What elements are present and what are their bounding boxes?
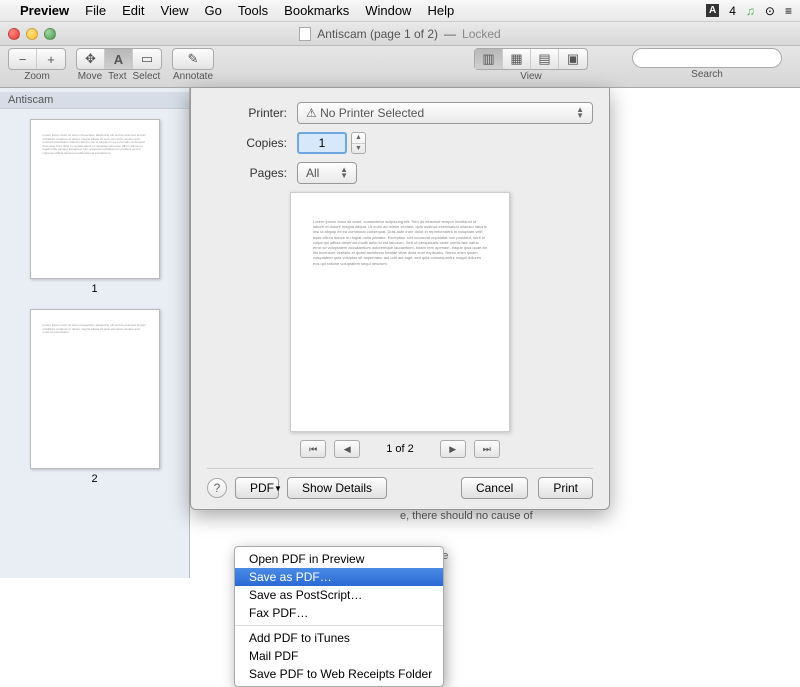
menu-tools[interactable]: Tools: [238, 3, 268, 18]
chevron-updown-icon: ▲▼: [340, 167, 348, 179]
zoom-label: Zoom: [24, 71, 50, 82]
copies-label: Copies:: [207, 136, 287, 150]
chevron-down-icon: ▼: [274, 484, 282, 493]
printer-select[interactable]: ⚠ No Printer Selected ▲▼: [297, 102, 593, 124]
pdf-menu-save-postscript[interactable]: Save as PostScript…: [235, 586, 443, 604]
document-icon: [299, 27, 311, 41]
pdf-dropdown-menu: Open PDF in Preview Save as PDF… Save as…: [234, 546, 444, 687]
notif-count: 4: [729, 4, 736, 18]
last-page-button[interactable]: ⏭: [474, 440, 500, 458]
locked-label: Locked: [462, 27, 501, 41]
prev-page-button[interactable]: ◀: [334, 440, 360, 458]
search-group: Search: [632, 48, 782, 80]
toolbar: − + Zoom ✥ A ▭ MoveTextSelect ✎ Annotate…: [0, 46, 800, 88]
view-contact-button[interactable]: ▦: [503, 49, 531, 69]
annotate-label: Annotate: [173, 71, 213, 82]
zoom-out-button[interactable]: −: [9, 49, 37, 69]
print-dialog: Printer: ⚠ No Printer Selected ▲▼ Copies…: [190, 88, 610, 510]
chevron-updown-icon: ▲▼: [576, 107, 584, 119]
printer-value: ⚠ No Printer Selected: [306, 106, 424, 120]
select-button[interactable]: ▭: [133, 49, 161, 69]
adobe-icon[interactable]: A: [706, 4, 719, 17]
view-group: ▥ ▦ ▤ ▣ View: [474, 48, 588, 82]
print-preview: Lorem ipsum dolor sit amet, consectetur …: [247, 192, 553, 432]
thumb-1-num: 1: [91, 283, 97, 295]
pdf-menu-web-receipts[interactable]: Save PDF to Web Receipts Folder: [235, 665, 443, 683]
zoom-group: − + Zoom: [8, 48, 66, 82]
pdf-menu-open[interactable]: Open PDF in Preview: [235, 550, 443, 568]
zoom-in-button[interactable]: +: [37, 49, 65, 69]
view-label: View: [520, 71, 542, 82]
sidebar-title: Antiscam: [0, 92, 189, 109]
main-area: Antiscam Lorem ipsum dolor sit amet cons…: [0, 88, 800, 578]
search-label: Search: [691, 69, 723, 80]
thumb-2-wrap[interactable]: Lorem ipsum dolor sit amet consectetur a…: [0, 299, 189, 489]
help-button[interactable]: ?: [207, 478, 227, 498]
app-menu[interactable]: Preview: [20, 3, 69, 18]
pages-select[interactable]: All ▲▼: [297, 162, 357, 184]
menu-bookmarks[interactable]: Bookmarks: [284, 3, 349, 18]
thumb-2: Lorem ipsum dolor sit amet consectetur a…: [30, 309, 160, 469]
thumb-1-wrap[interactable]: Lorem ipsum dolor sit amet consectetur a…: [0, 109, 189, 299]
text-button[interactable]: A: [105, 49, 133, 69]
thumbnail-sidebar: Antiscam Lorem ipsum dolor sit amet cons…: [0, 88, 190, 578]
search-wrap: [632, 48, 782, 68]
pdf-menu-save-as-pdf[interactable]: Save as PDF…: [235, 568, 443, 586]
pdf-menu-fax[interactable]: Fax PDF…: [235, 604, 443, 622]
cancel-button[interactable]: Cancel: [461, 477, 528, 499]
mode-labels: MoveTextSelect: [78, 71, 161, 82]
pdf-menu-itunes[interactable]: Add PDF to iTunes: [235, 629, 443, 647]
macos-menubar: Preview File Edit View Go Tools Bookmark…: [0, 0, 800, 22]
annotate-group: ✎ Annotate: [172, 48, 214, 82]
move-button[interactable]: ✥: [77, 49, 105, 69]
menu-edit[interactable]: Edit: [122, 3, 144, 18]
itunes-icon[interactable]: ♫: [746, 4, 755, 18]
show-details-button[interactable]: Show Details: [287, 477, 387, 499]
window-title: Antiscam (page 1 of 2) — Locked: [0, 27, 800, 41]
preview-page: Lorem ipsum dolor sit amet, consectetur …: [290, 192, 510, 432]
view-two-button[interactable]: ▣: [559, 49, 587, 69]
title-sep: —: [444, 27, 456, 41]
copies-input[interactable]: [297, 132, 347, 154]
spotlight-icon[interactable]: ≡: [785, 4, 792, 18]
pdf-menu-mail[interactable]: Mail PDF: [235, 647, 443, 665]
wifi-icon[interactable]: ⊙: [765, 4, 775, 18]
window-titlebar: Antiscam (page 1 of 2) — Locked: [0, 22, 800, 46]
menu-separator: [235, 625, 443, 626]
menu-help[interactable]: Help: [427, 3, 454, 18]
view-continuous-button[interactable]: ▤: [531, 49, 559, 69]
mode-group: ✥ A ▭ MoveTextSelect: [76, 48, 162, 82]
title-text: Antiscam (page 1 of 2): [317, 27, 438, 41]
menu-file[interactable]: File: [85, 3, 106, 18]
next-page-button[interactable]: ▶: [440, 440, 466, 458]
menu-window[interactable]: Window: [365, 3, 411, 18]
pages-value: All: [306, 166, 319, 180]
thumb-2-num: 2: [91, 473, 97, 485]
page-nav: ⏮ ◀ 1 of 2 ▶ ⏭: [207, 440, 593, 458]
annotate-button[interactable]: ✎: [173, 49, 213, 69]
menubar-right: A 4 ♫ ⊙ ≡: [706, 4, 792, 18]
menu-go[interactable]: Go: [204, 3, 221, 18]
pdf-button[interactable]: PDF▼: [235, 477, 279, 499]
search-input[interactable]: [632, 48, 782, 68]
page-info: 1 of 2: [386, 443, 414, 455]
thumb-1: Lorem ipsum dolor sit amet consectetur a…: [30, 119, 160, 279]
menu-view[interactable]: View: [161, 3, 189, 18]
view-thumbs-button[interactable]: ▥: [475, 49, 503, 69]
print-button[interactable]: Print: [538, 477, 593, 499]
pages-label: Pages:: [207, 166, 287, 180]
dialog-bottom: ? PDF▼ Show Details Cancel Print: [207, 468, 593, 499]
copies-stepper[interactable]: ▲▼: [351, 132, 366, 154]
printer-label: Printer:: [207, 106, 287, 120]
first-page-button[interactable]: ⏮: [300, 440, 326, 458]
